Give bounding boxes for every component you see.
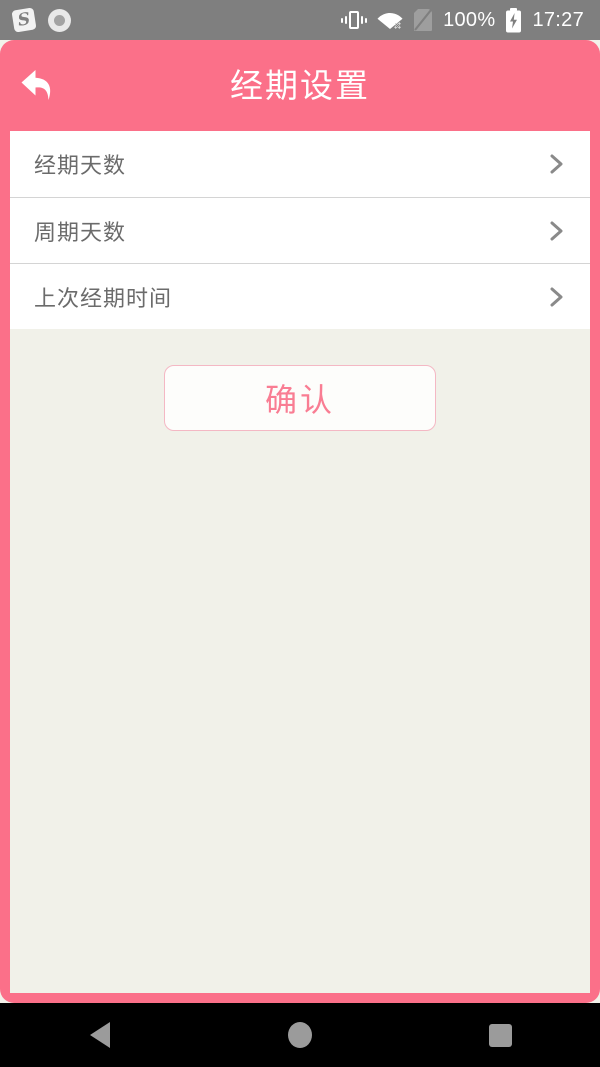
list-item-label: 周期天数: [34, 220, 127, 246]
status-bar-right-icons: 100% 17:27: [341, 7, 584, 33]
clock-text: 17:27: [532, 8, 584, 31]
chevron-right-icon: [546, 153, 568, 175]
battery-percent-text: 100%: [443, 8, 496, 31]
list-item-label: 上次经期时间: [34, 286, 173, 312]
sim-card-off-icon: [413, 8, 433, 32]
nav-back-button[interactable]: [0, 1003, 200, 1067]
nav-recents-button[interactable]: [400, 1003, 600, 1067]
android-nav-bar: [0, 1003, 600, 1067]
nav-home-button[interactable]: [200, 1003, 400, 1067]
recents-square-icon: [488, 1023, 512, 1047]
battery-charging-icon: [505, 7, 522, 33]
chevron-right-icon: [546, 220, 568, 242]
wifi-disconnected-icon: [377, 9, 403, 31]
page-title: 经期设置: [230, 66, 370, 105]
vibrate-icon: [341, 8, 368, 32]
chevron-right-icon: [546, 286, 568, 308]
phone-screen: S 100% 17:27 经期设置 经期天数 周期天数 上次经期时间 确认: [0, 0, 600, 1067]
back-arrow-icon: [18, 60, 64, 110]
list-item[interactable]: 上次经期时间: [10, 263, 590, 329]
app-frame: 经期设置 经期天数 周期天数 上次经期时间 确认: [0, 40, 600, 1003]
content-area: 经期天数 周期天数 上次经期时间 确认: [10, 131, 590, 993]
circle-record-icon: [48, 8, 71, 32]
list-item[interactable]: 周期天数: [10, 197, 590, 263]
settings-list: 经期天数 周期天数 上次经期时间: [10, 131, 590, 329]
status-bar-left-icons: S: [11, 7, 71, 33]
list-item-label: 经期天数: [34, 154, 127, 179]
confirm-button-wrapper: 确认: [10, 365, 590, 431]
home-circle-icon: [288, 1022, 312, 1048]
confirm-button[interactable]: 确认: [164, 365, 436, 431]
app-header: 经期设置: [0, 40, 600, 131]
sogou-ime-icon: S: [11, 7, 37, 33]
back-button[interactable]: [12, 56, 70, 114]
list-item[interactable]: 经期天数: [10, 131, 590, 197]
back-triangle-icon: [90, 1022, 110, 1048]
status-bar: S 100% 17:27: [0, 0, 600, 40]
